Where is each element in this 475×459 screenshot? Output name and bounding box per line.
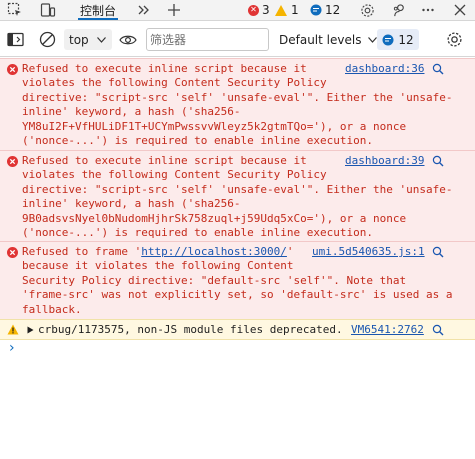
- frame-url-link[interactable]: http://localhost:3000/: [141, 245, 287, 258]
- console-input-prompt[interactable]: ›: [9, 340, 15, 356]
- console-message-error: Refused to execute inline script because…: [0, 58, 475, 150]
- feedback-icon[interactable]: [390, 0, 408, 20]
- toggle-sidebar-icon[interactable]: [7, 22, 24, 57]
- clear-console-icon[interactable]: [39, 22, 56, 57]
- console-message-error: Refused to execute inline script because…: [0, 150, 475, 241]
- error-circle-icon: [7, 64, 18, 75]
- console-message-warning: crbug/1173575, non-JS module files depre…: [0, 319, 475, 340]
- more-tabs-icon[interactable]: [135, 0, 153, 20]
- warning-count: 1: [291, 3, 299, 17]
- magnifier-icon[interactable]: [432, 155, 444, 167]
- tab-console[interactable]: 控制台: [72, 0, 124, 20]
- live-expression-eye-icon[interactable]: [119, 22, 137, 57]
- issues-count: 12: [325, 3, 341, 17]
- message-icon: [310, 4, 322, 16]
- more-options-icon[interactable]: [419, 0, 437, 20]
- device-emulation-icon[interactable]: [37, 0, 59, 20]
- message-source-link[interactable]: umi.5d540635.js:1: [312, 245, 425, 259]
- expand-triangle-icon[interactable]: [27, 326, 34, 334]
- inspect-element-icon[interactable]: [4, 0, 26, 20]
- console-filter-input[interactable]: [146, 28, 269, 51]
- magnifier-icon[interactable]: [432, 63, 444, 75]
- warning-triangle-icon: [7, 324, 19, 335]
- prompt-chevron: ›: [9, 340, 15, 356]
- console-settings-gear-icon[interactable]: [446, 22, 463, 57]
- error-circle-icon: [7, 156, 18, 167]
- context-selector-value: top: [69, 32, 89, 47]
- close-devtools-icon[interactable]: [451, 0, 469, 20]
- log-levels-label: Default levels: [279, 32, 362, 47]
- warning-count-badge[interactable]: 1: [275, 0, 299, 20]
- message-icon: [382, 34, 394, 45]
- error-circle-icon: [7, 247, 18, 258]
- message-source-link[interactable]: dashboard:36: [345, 62, 424, 76]
- issues-button[interactable]: 12: [377, 29, 419, 50]
- tab-console-label: 控制台: [79, 3, 116, 18]
- error-count-badge[interactable]: ✕ 3: [248, 0, 270, 20]
- message-source-link[interactable]: dashboard:39: [345, 154, 424, 168]
- active-tab-indicator: [78, 18, 118, 20]
- log-levels-dropdown[interactable]: Default levels: [279, 29, 378, 50]
- error-icon: ✕: [248, 4, 259, 16]
- error-count: 3: [262, 3, 270, 17]
- settings-gear-icon[interactable]: [358, 0, 376, 20]
- devtools-tab-strip: 控制台 ✕ 3 1 12: [0, 0, 475, 21]
- context-selector[interactable]: top: [64, 29, 112, 50]
- magnifier-icon[interactable]: [432, 246, 444, 258]
- issues-count-badge[interactable]: 12: [310, 0, 340, 20]
- chevron-down-icon: [96, 36, 106, 43]
- message-source-link[interactable]: VM6541:2762: [351, 323, 424, 337]
- magnifier-icon[interactable]: [432, 324, 444, 336]
- console-message-error: Refused to frame 'http://localhost:3000/…: [0, 241, 475, 319]
- warning-icon: [275, 4, 287, 16]
- add-tab-icon[interactable]: [165, 0, 183, 20]
- message-text: crbug/1173575, non-JS module files depre…: [38, 323, 343, 336]
- issues-button-count: 12: [398, 32, 414, 47]
